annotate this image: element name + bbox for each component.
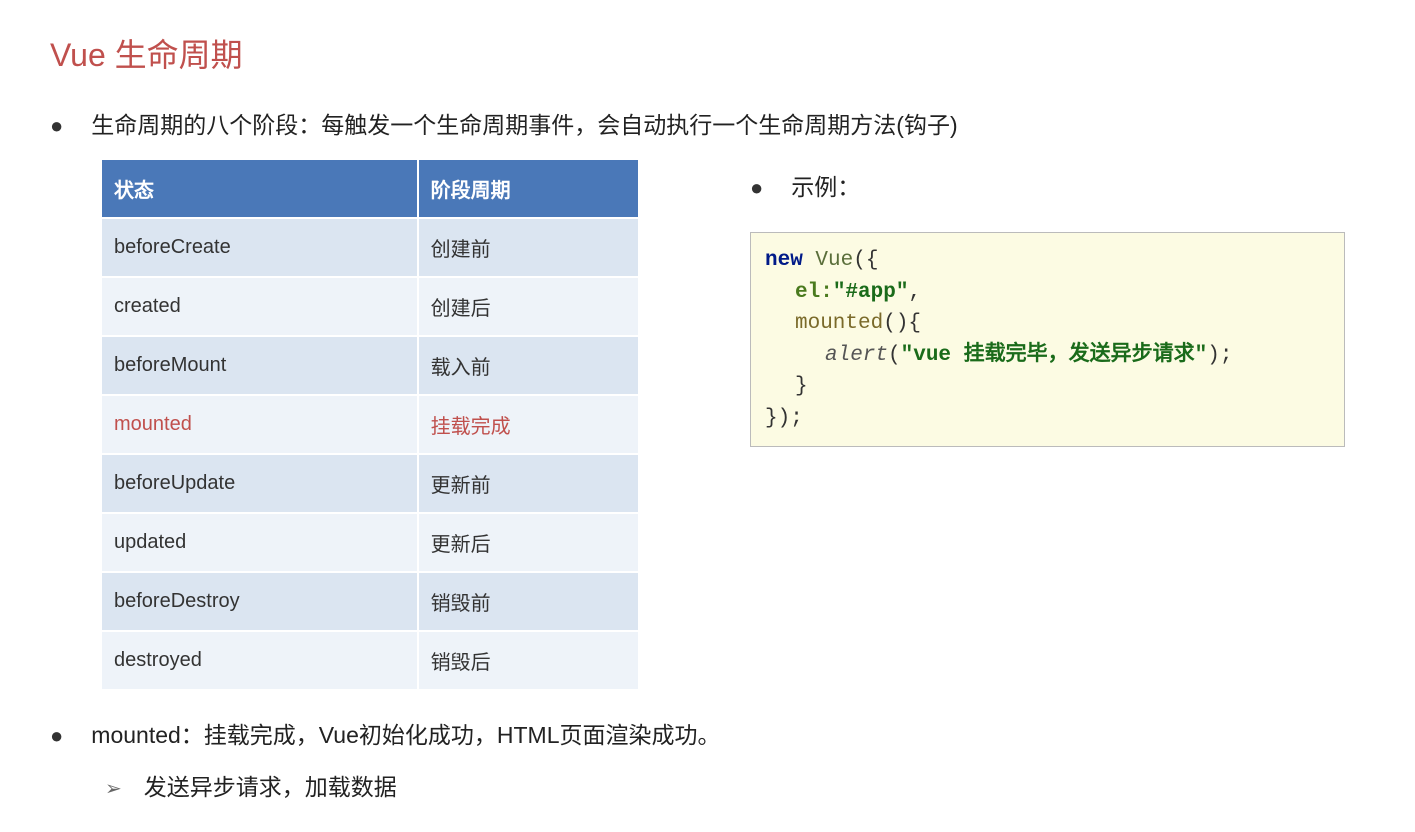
- table-cell-state: beforeCreate: [101, 218, 418, 277]
- table-cell-phase: 创建后: [418, 277, 639, 336]
- table-cell-state: destroyed: [101, 631, 418, 690]
- table-header-phase: 阶段周期: [418, 159, 639, 218]
- table-cell-phase: 更新后: [418, 513, 639, 572]
- table-cell-phase: 销毁后: [418, 631, 639, 690]
- code-alert-close: );: [1207, 344, 1232, 367]
- code-close-all: });: [765, 407, 803, 430]
- table-cell-phase: 载入前: [418, 336, 639, 395]
- table-cell-phase: 创建前: [418, 218, 639, 277]
- bullet-icon: ●: [50, 115, 63, 137]
- example-label: 示例：: [791, 168, 860, 202]
- mounted-text: mounted：挂载完成，Vue初始化成功，HTML页面渲染成功。: [91, 716, 720, 750]
- slide-title: Vue 生命周期: [50, 30, 1365, 76]
- table-cell-phase: 挂载完成: [418, 395, 639, 454]
- intro-text: 生命周期的八个阶段：每触发一个生命周期事件，会自动执行一个生命周期方法(钩子): [91, 106, 957, 140]
- code-alert-fn: alert: [825, 344, 888, 367]
- arrow-icon: ➢: [105, 776, 122, 801]
- code-alert-msg: "vue 挂载完毕，发送异步请求": [901, 344, 1208, 367]
- table-cell-state: beforeDestroy: [101, 572, 418, 631]
- example-bullet: ● 示例：: [750, 168, 1365, 202]
- table-row: created创建后: [101, 277, 639, 336]
- code-el-key: el:: [795, 281, 833, 304]
- table-cell-state: beforeMount: [101, 336, 418, 395]
- sub-bullet: ➢ 发送异步请求，加载数据: [105, 768, 1365, 802]
- table-cell-state: beforeUpdate: [101, 454, 418, 513]
- code-comma: ,: [908, 281, 921, 304]
- table-row: beforeCreate创建前: [101, 218, 639, 277]
- table-cell-state: updated: [101, 513, 418, 572]
- code-example: new Vue({ el:"#app", mounted(){ alert("v…: [750, 232, 1345, 447]
- table-row: beforeUpdate更新前: [101, 454, 639, 513]
- table-header-state: 状态: [101, 159, 418, 218]
- code-el-val: "#app": [833, 281, 909, 304]
- bullet-icon: ●: [750, 177, 763, 199]
- table-cell-phase: 更新前: [418, 454, 639, 513]
- code-kw-vue: Vue: [815, 249, 853, 272]
- table-row: updated更新后: [101, 513, 639, 572]
- intro-bullet: ● 生命周期的八个阶段：每触发一个生命周期事件，会自动执行一个生命周期方法(钩子…: [50, 106, 1365, 140]
- code-kw-new: new: [765, 249, 803, 272]
- table-cell-phase: 销毁前: [418, 572, 639, 631]
- bullet-icon: ●: [50, 725, 63, 747]
- table-cell-state: mounted: [101, 395, 418, 454]
- code-open: ({: [853, 249, 878, 272]
- code-alert-open: (: [888, 344, 901, 367]
- table-row: beforeMount载入前: [101, 336, 639, 395]
- code-close-brace: }: [795, 375, 808, 398]
- table-cell-state: created: [101, 277, 418, 336]
- table-row: destroyed销毁后: [101, 631, 639, 690]
- mounted-bullet: ● mounted：挂载完成，Vue初始化成功，HTML页面渲染成功。: [50, 716, 1365, 750]
- sub-point-text: 发送异步请求，加载数据: [144, 768, 397, 802]
- table-row: mounted挂载完成: [101, 395, 639, 454]
- table-row: beforeDestroy销毁前: [101, 572, 639, 631]
- code-mounted-key: mounted: [795, 312, 883, 335]
- code-mounted-paren: (){: [883, 312, 921, 335]
- lifecycle-table: 状态 阶段周期 beforeCreate创建前created创建后beforeM…: [100, 158, 640, 691]
